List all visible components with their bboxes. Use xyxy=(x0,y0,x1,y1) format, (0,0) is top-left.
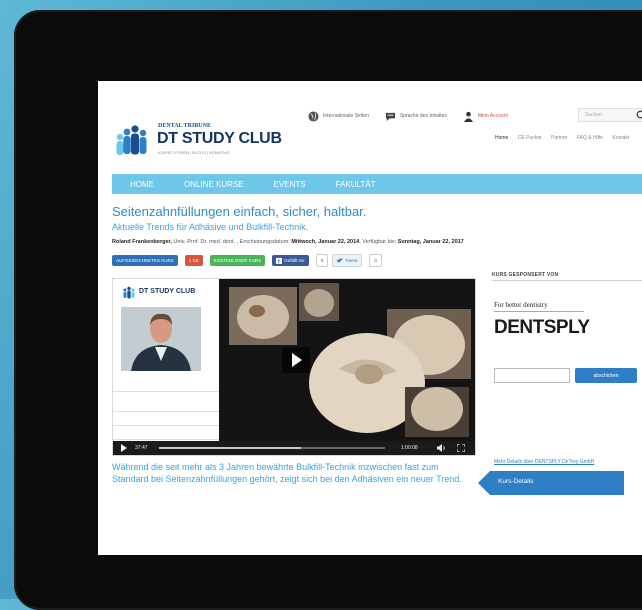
people-logo-icon xyxy=(116,125,147,155)
slide-line xyxy=(113,425,219,426)
subnav-faq[interactable]: FAQ & Hilfe xyxy=(577,135,603,141)
twitter-bird-icon xyxy=(337,258,344,263)
subnav-partner[interactable]: Partner xyxy=(551,135,567,141)
tag-recorded: AUFGEZEICHNETES KURS xyxy=(112,255,178,266)
nav-home[interactable]: HOME xyxy=(130,180,154,189)
fullscreen-icon[interactable] xyxy=(457,444,465,452)
subnav-home[interactable]: Home xyxy=(495,135,508,141)
panel-logo: DT STUDY CLUB xyxy=(121,285,211,299)
meta-date: Mittwoch, Januar 22, 2014 xyxy=(291,239,360,245)
dental-video-frame[interactable] xyxy=(219,279,475,441)
tagline-underline xyxy=(494,311,584,312)
top-links: Internationale Seiten Sprache des Inhalt… xyxy=(308,109,524,123)
nav-events[interactable]: EVENTS xyxy=(274,180,306,189)
tag-free: KOSTENLOSER KURS xyxy=(209,255,266,266)
sponsor-heading: KURS GESPONSERT VON xyxy=(492,272,559,278)
tooth-image xyxy=(219,279,475,441)
meta-until: Sonntag, Januar 22, 2017 xyxy=(397,239,464,245)
play-button-icon[interactable] xyxy=(282,347,310,373)
sponsor-email-input[interactable] xyxy=(494,368,570,383)
tag-ce: 1 CE xyxy=(184,255,203,266)
international-link[interactable]: Internationale Seiten xyxy=(308,110,369,122)
search-icon[interactable] xyxy=(636,110,642,121)
sponsor-divider xyxy=(492,280,642,281)
nav-online-kurse[interactable]: ONLINE KURSE xyxy=(184,180,244,189)
submit-button[interactable]: abschicken xyxy=(575,368,637,383)
meta-author: Roland Frankenberger, xyxy=(112,239,172,245)
elapsed-time: 37:47 xyxy=(135,445,148,451)
logo-title: DT STUDY CLUB xyxy=(157,130,282,147)
sponsor-logo[interactable]: DENTSPLY xyxy=(494,317,590,339)
course-tags: AUFGEZEICHNETES KURS 1 CE KOSTENLOSER KU… xyxy=(112,254,386,267)
speech-bubble-icon xyxy=(385,112,395,121)
speaker-panel: DT STUDY CLUB xyxy=(113,279,219,455)
play-icon[interactable] xyxy=(119,443,129,453)
facebook-icon: f xyxy=(276,257,283,264)
speaker-figure xyxy=(121,307,201,371)
account-link[interactable]: Mein Account xyxy=(463,111,508,122)
kurs-details-tab[interactable]: Kurs-Details xyxy=(478,471,624,495)
duration-time: 1:00:08 xyxy=(401,445,418,451)
tweet-count: 0 xyxy=(369,254,382,267)
nav-fakultaet[interactable]: FAKULTÄT xyxy=(336,180,376,189)
account-label: Mein Account xyxy=(477,113,508,119)
language-link[interactable]: Sprache des Inhaltes xyxy=(385,111,447,122)
sponsor-tagline: For better dentistry xyxy=(494,301,548,309)
panel-logo-title: DT STUDY CLUB xyxy=(139,288,196,295)
sub-navigation: Home CE Punkte Partner FAQ & Hilfe Konta… xyxy=(495,135,637,141)
seek-progress xyxy=(159,447,302,449)
subnav-kontakt[interactable]: Kontakt xyxy=(612,135,629,141)
user-icon xyxy=(463,111,473,122)
meta-avail: , Verfügbar bis: xyxy=(359,239,398,245)
logo-tribune-text: DENTAL TRIBUNE xyxy=(158,123,211,129)
slide-line xyxy=(113,391,219,392)
course-meta: Roland Frankenberger, Univ.-Prof. Dr. me… xyxy=(112,239,464,245)
sponsor-details-link[interactable]: Mehr Details über DENTSPLY DeTrey GmbH xyxy=(494,459,594,465)
tablet-frame: DENTAL TRIBUNE DT STUDY CLUB KURSE | FOR… xyxy=(14,10,642,610)
international-label: Internationale Seiten xyxy=(323,113,369,119)
speaker-video xyxy=(121,307,201,371)
slide-line xyxy=(113,411,219,412)
course-subtitle: Aktuelle Trends für Adhäsive und Bulkfil… xyxy=(112,222,309,232)
facebook-like-label: Gefällt mir xyxy=(284,258,305,263)
people-logo-icon xyxy=(123,286,135,299)
logo-subtitle: KURSE | FOREN | BLOGS | KENNTNIS xyxy=(158,150,230,155)
subnav-ce-punkte[interactable]: CE Punkte xyxy=(518,135,542,141)
slide-line xyxy=(113,439,219,440)
search-placeholder: Suchen xyxy=(585,112,602,118)
browser-viewport: DENTAL TRIBUNE DT STUDY CLUB KURSE | FOR… xyxy=(98,81,642,555)
facebook-count: 0 xyxy=(315,254,329,267)
language-label: Sprache des Inhaltes xyxy=(399,113,447,119)
video-controls: 37:47 1:00:08 xyxy=(113,441,475,455)
volume-icon[interactable] xyxy=(437,444,447,452)
site-logo[interactable]: DENTAL TRIBUNE DT STUDY CLUB KURSE | FOR… xyxy=(112,121,292,161)
globe-icon xyxy=(308,110,319,122)
kurs-details-label: Kurs-Details xyxy=(498,478,534,485)
main-navigation: HOME ONLINE KURSE EVENTS FAKULTÄT xyxy=(112,174,642,194)
facebook-like-button[interactable]: f Gefällt mir xyxy=(272,255,309,266)
video-player[interactable]: DT STUDY CLUB 37:47 1:00:08 xyxy=(112,278,476,456)
tweet-label: Tweet xyxy=(345,258,358,263)
course-title: Seitenzahnfüllungen einfach, sicher, hal… xyxy=(112,204,367,219)
meta-degree: Univ.-Prof. Dr. med. dent. , Erscheinung… xyxy=(171,239,292,245)
tweet-button[interactable]: Tweet xyxy=(332,254,363,267)
course-description: Während die seit mehr als 3 Jahren bewäh… xyxy=(112,462,462,484)
search-input[interactable]: Suchen xyxy=(578,108,642,122)
seek-bar[interactable] xyxy=(159,447,385,449)
